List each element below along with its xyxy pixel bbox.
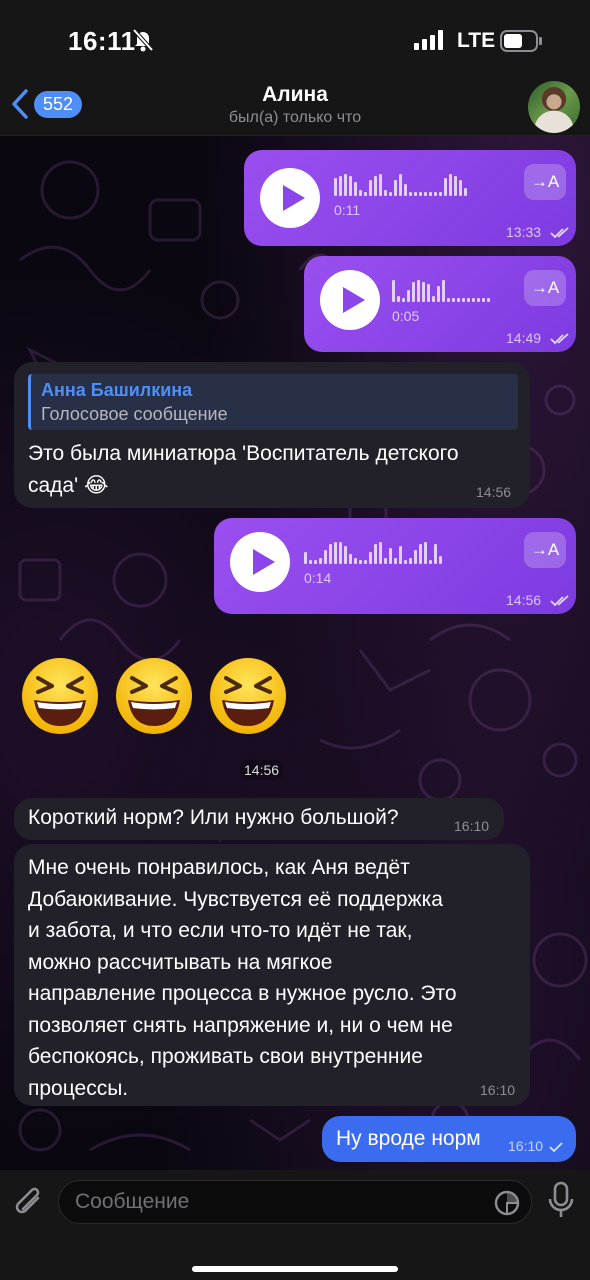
message-input[interactable] (75, 1181, 475, 1223)
double-check-icon (550, 333, 569, 345)
transcribe-button[interactable]: →A (524, 164, 566, 200)
signal-icon (414, 30, 443, 50)
laughing-emoji-icon[interactable] (114, 656, 194, 736)
transcribe-button[interactable]: →A (524, 270, 566, 306)
message-text: Ну вроде норм (336, 1127, 481, 1150)
message-line: и забота, и что если что-то идёт не так, (28, 919, 413, 942)
message-line: можно рассчитывать на мягкое (28, 950, 333, 974)
composer (0, 1170, 590, 1280)
quoted-author: Анна Башилкина (41, 380, 193, 400)
microphone-icon[interactable] (547, 1181, 575, 1221)
waveform[interactable] (304, 542, 442, 564)
message-time: 14:56 (476, 484, 512, 500)
quoted-reply[interactable]: Анна Башилкина Голосовое сообщение (28, 374, 518, 430)
voice-message[interactable]: 0:05 →A 14:49 (304, 256, 576, 352)
waveform[interactable] (392, 280, 490, 302)
transcribe-button[interactable]: →A (524, 532, 566, 568)
message-time: 13:33 (506, 224, 542, 240)
voice-duration: 0:11 (334, 202, 361, 218)
incoming-message[interactable]: Мне очень понравилось, как Аня ведёт Доб… (14, 844, 530, 1106)
waveform[interactable] (334, 174, 467, 196)
message-line: Добаюкивание. Чувствуется её поддержка (28, 887, 443, 911)
message-line: сада' 😂 (28, 474, 109, 497)
play-icon[interactable] (320, 270, 380, 330)
voice-duration: 0:05 (392, 308, 420, 324)
play-icon[interactable] (230, 532, 290, 592)
avatar[interactable] (528, 81, 580, 133)
message-text: Мне очень понравилось, как Аня ведёт Доб… (28, 852, 528, 1104)
chat-header: 552 Алина был(а) только что (0, 80, 590, 136)
check-icon (549, 1142, 563, 1153)
double-check-icon (550, 227, 569, 239)
quoted-text: Голосовое сообщение (41, 404, 228, 424)
chat-status: был(а) только что (228, 109, 362, 126)
message-text: Короткий норм? Или нужно большой? (28, 806, 399, 829)
outgoing-message[interactable]: Ну вроде норм 16:10 (322, 1116, 576, 1162)
message-line: Мне очень понравилось, как Аня ведёт (28, 856, 410, 879)
voice-message[interactable]: 0:11 →A 13:33 (244, 150, 576, 246)
message-line: позволяет снять напряжение и, ни о чем н… (28, 1013, 453, 1037)
chat-title[interactable]: Алина (0, 83, 590, 107)
voice-duration: 0:14 (304, 570, 332, 586)
message-time: 16:10 (508, 1138, 544, 1154)
laughing-emoji-icon[interactable] (208, 656, 288, 736)
laughing-emoji-icon[interactable] (20, 656, 100, 736)
message-time: 14:49 (506, 330, 542, 346)
bell-muted-icon (132, 28, 154, 52)
message-input-container[interactable] (58, 1180, 532, 1224)
sticker-icon[interactable] (493, 1189, 521, 1217)
incoming-message[interactable]: Короткий норм? Или нужно большой? 16:10 (14, 798, 504, 840)
message-line: направление процесса в нужное русло. Это (28, 982, 457, 1005)
network-type: LTE (457, 29, 496, 52)
double-check-icon (550, 595, 569, 607)
message-time: 14:56 (506, 592, 542, 608)
message-text: Это была миниатюра 'Воспитатель детского… (28, 438, 528, 502)
voice-message[interactable]: 0:14 →A 14:56 (214, 518, 576, 614)
status-time: 16:11 (68, 26, 136, 56)
incoming-message[interactable]: Анна Башилкина Голосовое сообщение Это б… (14, 362, 530, 508)
message-line: процессы. (28, 1076, 129, 1100)
message-time: 16:10 (480, 1082, 516, 1098)
message-line: Это была миниатюра 'Воспитатель детского (28, 442, 459, 465)
home-indicator[interactable] (192, 1266, 398, 1272)
play-icon[interactable] (260, 168, 320, 228)
message-time: 16:10 (454, 818, 490, 834)
battery-icon (500, 30, 542, 52)
status-bar: 16:11 LTE (0, 0, 590, 80)
message-line: беспокоясь, проживать свои внутренние (28, 1045, 423, 1068)
attach-icon[interactable] (12, 1184, 46, 1220)
message-time: 14:56 (240, 760, 284, 780)
